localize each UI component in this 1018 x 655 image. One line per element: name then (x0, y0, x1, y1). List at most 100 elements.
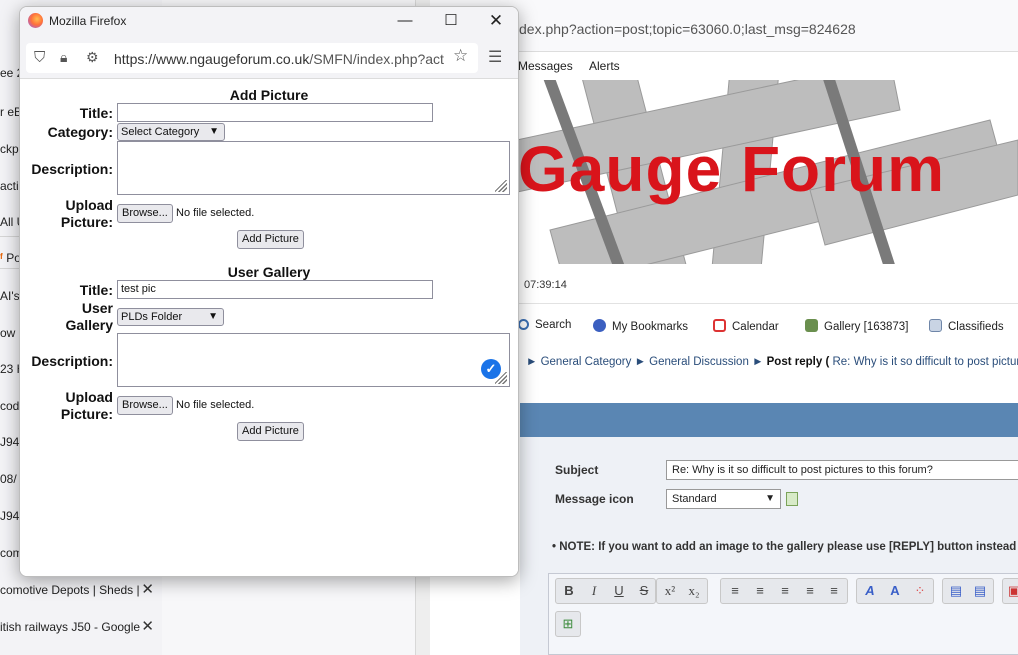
gallery-description-label: Description: (31, 353, 113, 369)
menu-classifieds[interactable]: Classifieds (929, 319, 1004, 333)
tab-close-icon[interactable]: ✕ (141, 615, 154, 639)
user-gallery-heading: User Gallery (227, 264, 311, 280)
url-text[interactable]: https://www.ngaugeforum.co.uk/SMFN/index… (114, 51, 444, 67)
bookmark-star-icon[interactable]: ☆ (453, 46, 468, 66)
add-upload-label-2: Picture: (60, 214, 113, 230)
add-picture-heading: Add Picture (229, 87, 309, 103)
menu-gallery[interactable]: Gallery [163873] (805, 319, 908, 333)
minimize-icon[interactable]: — (390, 10, 420, 32)
lock-icon[interactable]: 🔒︎ (60, 49, 67, 66)
add-upload-label-1: Upload (65, 197, 113, 213)
gallery-browse-button[interactable]: Browse... (117, 396, 173, 415)
url-path: /SMFN/index.php?acti (309, 51, 444, 67)
gallery-add-picture-button[interactable]: Add Picture (237, 422, 304, 441)
align-group: ≡ ≡ ≡ ≡ ≡ (720, 578, 848, 604)
subscript-icon[interactable]: x₂ (683, 583, 705, 599)
add-browse-button[interactable]: Browse... (117, 204, 173, 223)
chevron-down-icon: ▼ (208, 311, 218, 322)
tab-close-icon[interactable]: ✕ (141, 578, 154, 602)
menu-calendar-label: Calendar (732, 321, 779, 333)
menu-search[interactable]: Search (518, 319, 571, 331)
forum-time: 07:39:14 (524, 279, 567, 291)
breadcrumb-current: Post reply ( (766, 356, 830, 368)
extra-group: ⊞ (555, 611, 581, 637)
category-select[interactable]: Select Category ▼ (117, 123, 225, 141)
gallery-label-1: User (81, 300, 113, 316)
breadcrumb-arrow-icon: ► (752, 356, 767, 368)
window-titlebar[interactable]: Mozilla Firefox — ☐ ✕ (20, 7, 518, 35)
breadcrumb-general-category[interactable]: General Category (541, 356, 632, 368)
justify-icon[interactable]: ≡ (823, 583, 845, 598)
background-tab[interactable]: comotive Depots | Sheds | ✕ (0, 578, 162, 602)
style-group: A A ⁘ (856, 578, 934, 604)
gallery-folder-select[interactable]: PLDs Folder ▼ (117, 308, 224, 326)
permissions-icon[interactable]: ⚙︎ (86, 49, 99, 66)
banner-title: Gauge Forum (518, 133, 946, 205)
align-left-icon[interactable]: ≡ (724, 583, 746, 598)
image-icon[interactable]: ▣ (1003, 583, 1018, 599)
breadcrumb-general-discussion[interactable]: General Discussion (649, 356, 749, 368)
list-group: ▤ ▤ (942, 578, 994, 604)
background-tab-label: itish railways J50 - Google (0, 620, 141, 634)
gallery-title-label: Title: (79, 282, 113, 298)
menu-classifieds-label: Classifieds (948, 321, 1004, 333)
float-left-icon[interactable]: ▤ (945, 583, 967, 599)
chevron-down-icon: ▼ (765, 493, 775, 504)
bold-icon[interactable]: B (558, 583, 580, 598)
underline-icon[interactable]: U (608, 583, 630, 598)
background-tab-label: comotive Depots | Sheds | (0, 583, 140, 597)
menu-gallery-label: Gallery [163873] (824, 321, 909, 333)
add-title-input[interactable] (117, 103, 433, 122)
message-icon-preview-icon (786, 492, 798, 506)
nav-messages[interactable]: Messages (518, 59, 573, 73)
add-no-file-text: No file selected. (176, 207, 255, 219)
align-center-icon[interactable]: ≡ (749, 583, 771, 598)
grid-icon[interactable]: ⊞ (557, 616, 579, 632)
float-right-icon[interactable]: ▤ (969, 583, 991, 599)
breadcrumb-arrow-icon: ► (526, 356, 541, 368)
add-picture-submit-button[interactable]: Add Picture (237, 230, 304, 249)
window-title: Mozilla Firefox (49, 14, 127, 28)
message-icon-value: Standard (672, 493, 717, 505)
strikethrough-icon[interactable]: S (633, 583, 655, 598)
editor-toolbar: B I U S x² x₂ ≡ ≡ ≡ ≡ ≡ A A ⁘ ▤ ▤ ▣ ⊞ (548, 573, 1018, 655)
menu-bookmarks[interactable]: My Bookmarks (593, 319, 688, 333)
close-icon[interactable]: ✕ (481, 10, 511, 32)
breadcrumb-topic: Re: Why is it so difficult to post pictu… (832, 356, 1018, 368)
category-select-value: Select Category (121, 126, 200, 138)
font-size-icon[interactable]: A (884, 583, 906, 598)
add-title-label: Title: (79, 105, 113, 121)
add-description-label: Description: (31, 161, 113, 177)
superscript-icon[interactable]: x² (659, 583, 681, 599)
help-icon (593, 319, 606, 332)
search-icon (518, 319, 529, 330)
nav-alerts[interactable]: Alerts (589, 59, 620, 73)
align-justify-icon[interactable]: ≡ (799, 583, 821, 598)
menu-hamburger-icon[interactable]: ☰ (488, 47, 502, 67)
gallery-description-textarea[interactable]: ✓ (117, 333, 510, 387)
background-tab[interactable]: itish railways J50 - Google ✕ (0, 615, 162, 639)
calendar-icon (713, 319, 726, 332)
message-icon-select[interactable]: Standard ▼ (666, 489, 781, 509)
message-icon-label: Message icon (555, 492, 634, 506)
font-face-icon[interactable]: A (859, 583, 881, 598)
gallery-title-input[interactable]: test pic (117, 280, 433, 299)
background-tab-label: J94 (0, 509, 20, 523)
url-field[interactable]: ⛉ 🔒︎ ⚙︎ https://www.ngaugeforum.co.uk/SM… (26, 43, 478, 73)
menu-bookmarks-label: My Bookmarks (612, 321, 689, 333)
url-domain: https://www.ngaugeforum.co.uk (114, 51, 310, 67)
align-right-icon[interactable]: ≡ (774, 583, 796, 598)
menu-calendar[interactable]: Calendar (713, 319, 779, 333)
italic-icon[interactable]: I (583, 583, 605, 599)
font-color-icon[interactable]: ⁘ (909, 583, 931, 599)
subject-label: Subject (555, 463, 599, 477)
chevron-down-icon: ▼ (209, 126, 219, 137)
resize-grip-icon[interactable] (495, 372, 507, 384)
forum-url-text[interactable]: dex.php?action=post;topic=63060.0;last_m… (519, 21, 856, 37)
add-description-textarea[interactable] (117, 141, 510, 195)
shield-icon[interactable]: ⛉ (34, 49, 45, 66)
subject-input[interactable]: Re: Why is it so difficult to post pictu… (666, 460, 1018, 480)
maximize-icon[interactable]: ☐ (436, 10, 466, 32)
gallery-no-file-text: No file selected. (176, 399, 255, 411)
resize-grip-icon[interactable] (495, 180, 507, 192)
